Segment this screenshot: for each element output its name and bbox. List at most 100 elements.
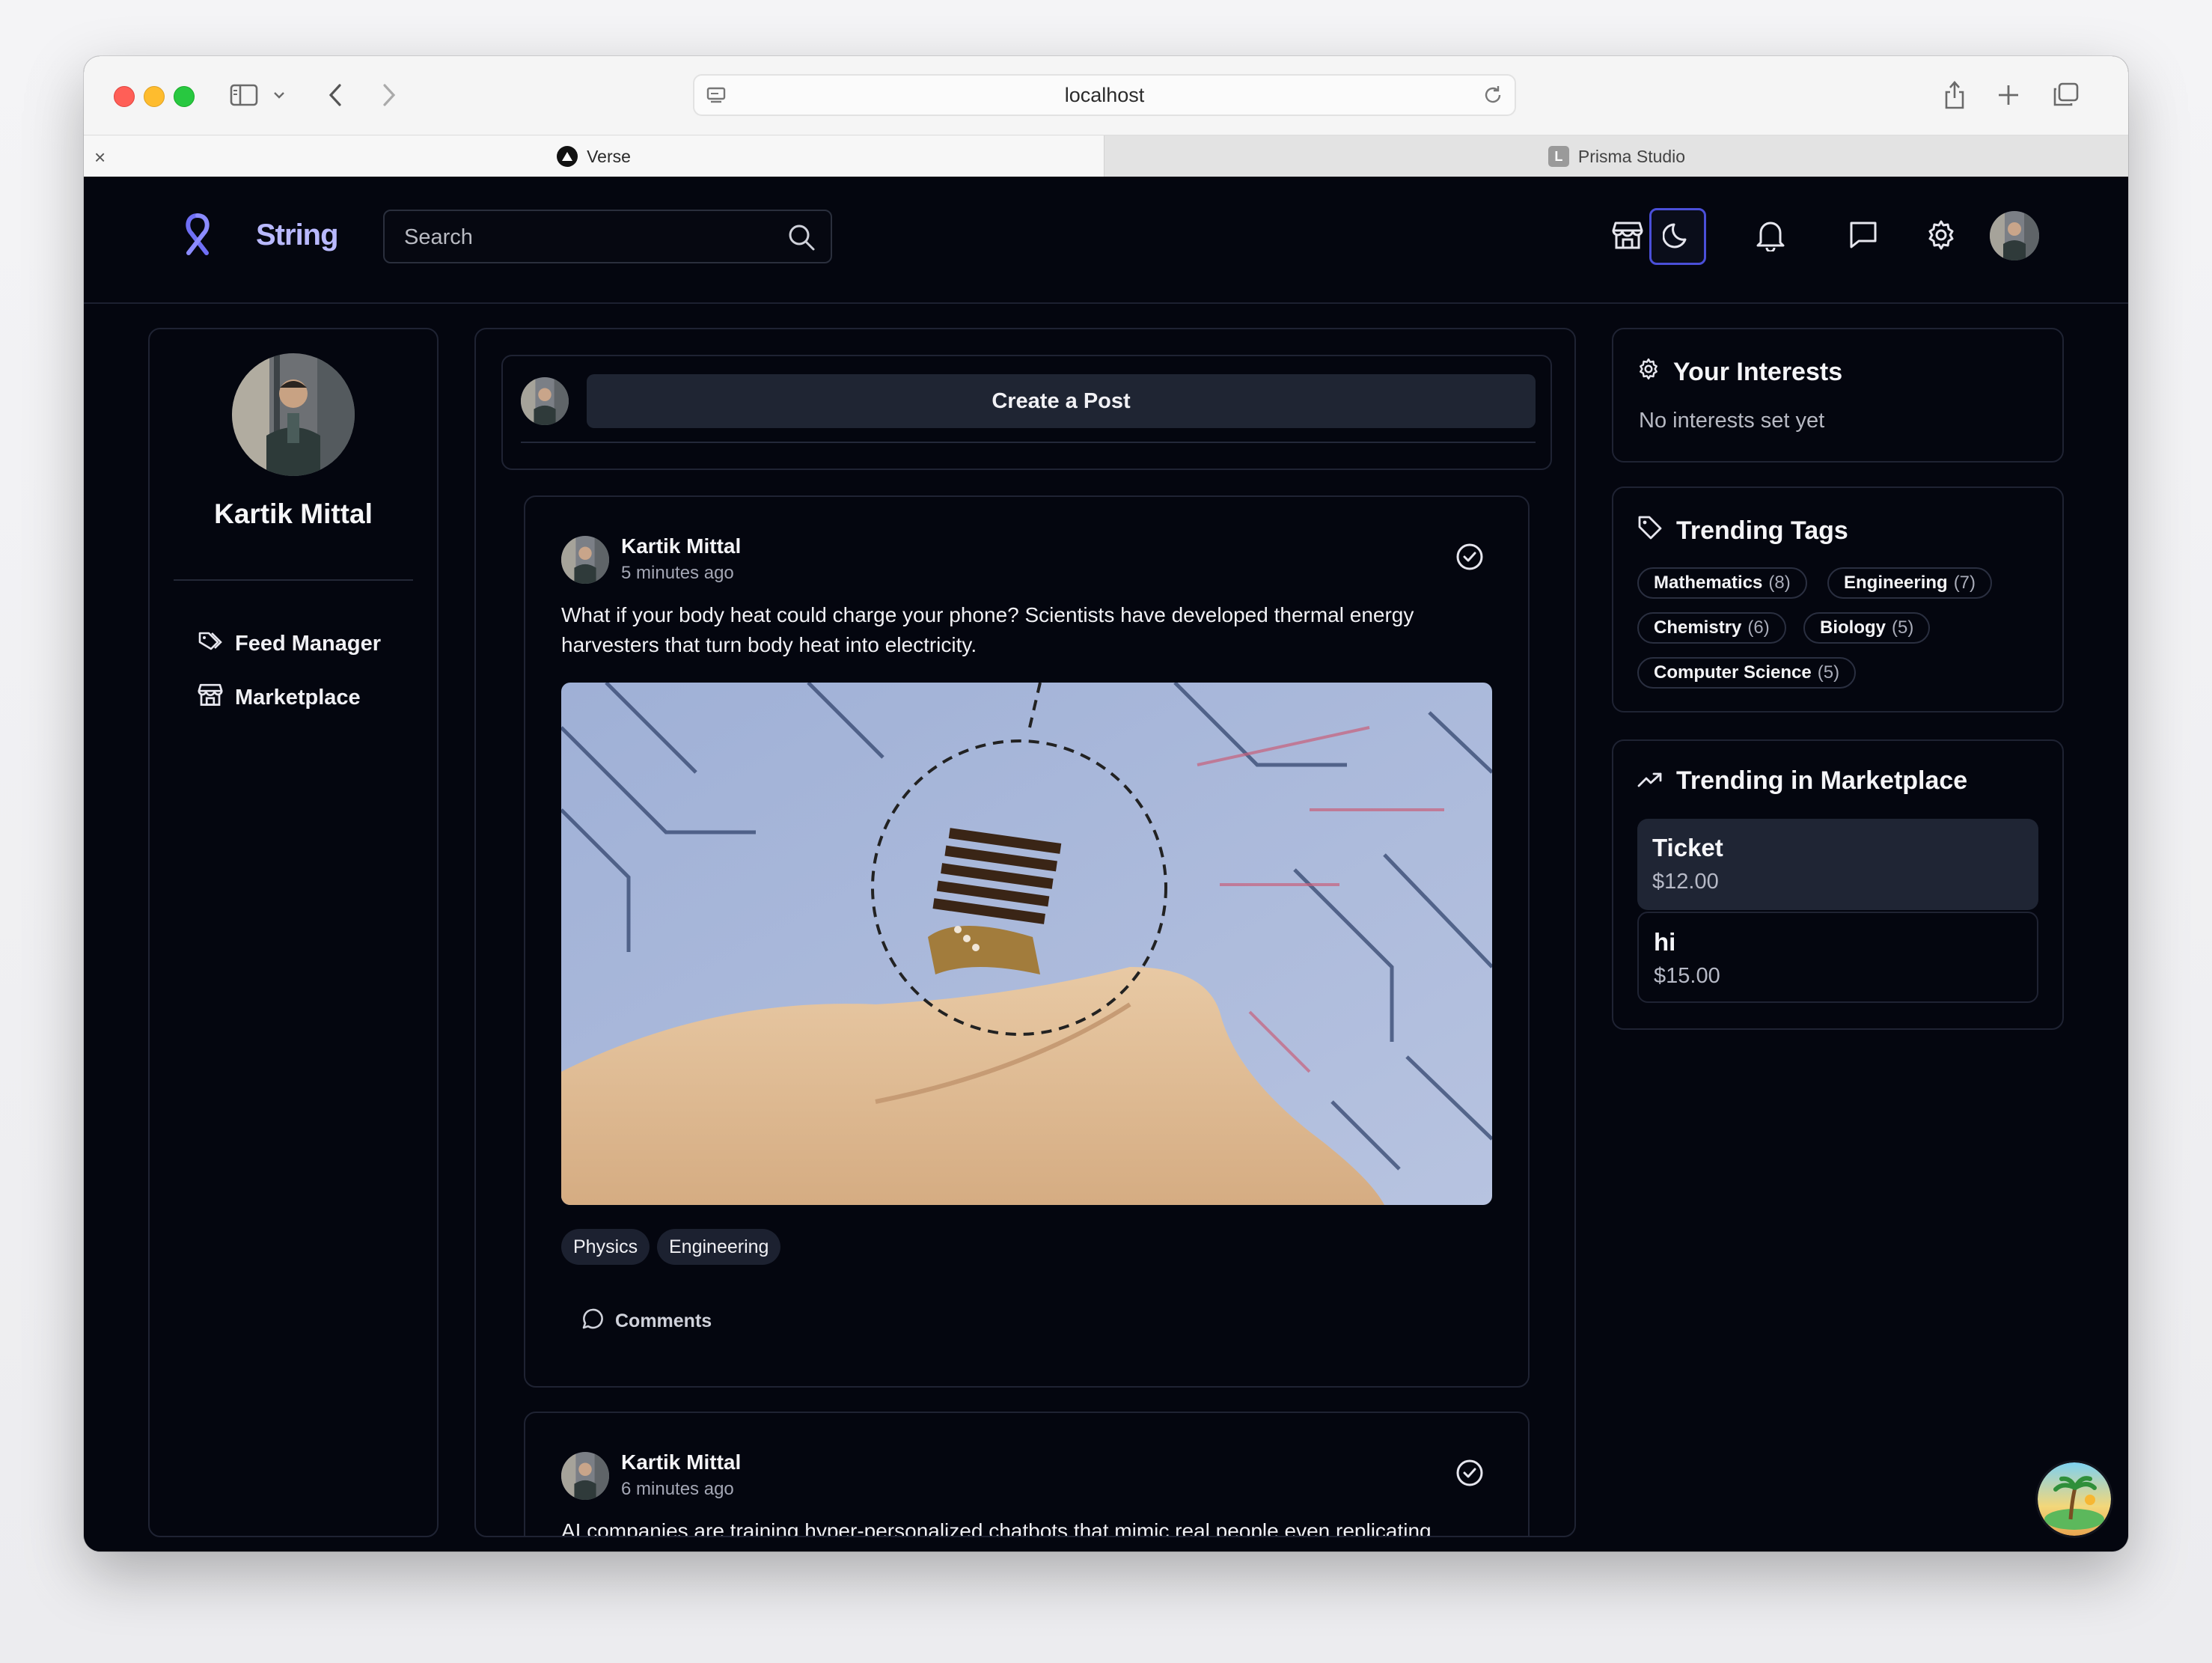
page-settings-icon[interactable]: [705, 85, 727, 112]
feed-column: Create a Post Kartik Mittal 5 minutes ag…: [474, 328, 1576, 1537]
post-author[interactable]: Kartik Mittal: [621, 1450, 741, 1474]
sidebar-item-label: Marketplace: [235, 685, 361, 710]
tag-name: Chemistry: [1654, 617, 1742, 638]
search-input[interactable]: [403, 211, 780, 263]
tag-name: Biology: [1820, 617, 1886, 638]
floating-assistant-button[interactable]: [2038, 1462, 2111, 1536]
post-text: What if your body heat could charge your…: [561, 603, 1414, 656]
post-card: Kartik Mittal 6 minutes ago AI companies…: [524, 1412, 1530, 1537]
post-image[interactable]: [561, 683, 1492, 1205]
tag-count: (7): [1953, 573, 1976, 593]
bell-icon: [1755, 219, 1786, 255]
tag-count: (5): [1892, 617, 1914, 638]
prisma-favicon-icon: L: [1548, 146, 1569, 167]
tag-chip[interactable]: Physics: [561, 1229, 650, 1265]
sidebar-item-marketplace[interactable]: Marketplace: [198, 681, 361, 714]
tag-chip[interactable]: Engineering: [657, 1229, 781, 1265]
tag-count: (8): [1768, 573, 1791, 593]
sidebar-toggle-icon[interactable]: [227, 77, 260, 113]
forward-arrow-icon[interactable]: [376, 77, 403, 113]
app-root: String Search Kartik Mittal Feed Manager…: [84, 177, 2128, 1551]
messages-button[interactable]: [1835, 208, 1892, 265]
gear-icon: [1637, 358, 1660, 387]
trending-marketplace-title-row: Trending in Marketplace: [1637, 766, 1967, 796]
profile-avatar[interactable]: [232, 353, 355, 476]
tag-icon: [1637, 515, 1663, 547]
store-icon: [1612, 220, 1643, 254]
tag-name: Engineering: [1844, 573, 1948, 593]
search-icon[interactable]: [787, 223, 816, 255]
create-post-button[interactable]: Create a Post: [587, 374, 1536, 428]
chevron-down-icon[interactable]: [271, 77, 287, 113]
avatar[interactable]: [561, 536, 609, 584]
url-text: localhost: [1064, 83, 1145, 106]
settings-button[interactable]: [1913, 208, 1970, 265]
interests-empty-text: No interests set yet: [1639, 409, 1825, 433]
address-bar[interactable]: localhost: [693, 74, 1516, 116]
browser-toolbar: localhost × Verse L Prisma Studio: [84, 56, 2128, 177]
marketplace-item[interactable]: Ticket $12.00: [1637, 819, 2038, 910]
share-icon[interactable]: [1940, 77, 1970, 113]
item-name: Ticket: [1652, 834, 1723, 861]
search-box: [383, 210, 832, 263]
back-arrow-icon[interactable]: [322, 77, 349, 113]
trending-marketplace-title: Trending in Marketplace: [1676, 766, 1968, 795]
top-navigation: String: [84, 177, 2128, 304]
profile-sidebar: Kartik Mittal Feed Manager Marketplace: [148, 328, 439, 1537]
comments-button[interactable]: Comments: [581, 1307, 712, 1336]
check-circle-icon[interactable]: [1455, 1458, 1485, 1492]
tab-overview-icon[interactable]: [2049, 77, 2082, 113]
sidebar-divider: [174, 579, 413, 581]
tag-name: Computer Science: [1654, 662, 1812, 683]
trending-tags-title-row: Trending Tags: [1637, 515, 1848, 547]
new-tab-icon[interactable]: [1993, 77, 2023, 113]
tag-count: (6): [1747, 617, 1770, 638]
store-icon: [198, 683, 223, 713]
marketplace-item[interactable]: hi $15.00: [1637, 912, 2038, 1003]
tab-bar: × Verse L Prisma Studio: [84, 135, 2128, 177]
trending-tag-chemistry[interactable]: Chemistry (6): [1637, 612, 1786, 644]
marketplace-nav-button[interactable]: [1599, 208, 1656, 265]
trending-tag-computer-science[interactable]: Computer Science (5): [1637, 657, 1857, 689]
sidebar-item-feed-manager[interactable]: Feed Manager: [198, 627, 381, 660]
theme-toggle-button[interactable]: [1649, 208, 1706, 265]
close-window-button[interactable]: [114, 86, 135, 107]
zoom-window-button[interactable]: [174, 86, 195, 107]
post-author[interactable]: Kartik Mittal: [621, 534, 741, 558]
browser-window: localhost × Verse L Prisma Studio String…: [84, 56, 2128, 1551]
tab-label: Prisma Studio: [1577, 146, 1686, 166]
trending-tags-card: Trending Tags Mathematics (8) Engineerin…: [1612, 486, 2064, 713]
comments-label: Comments: [615, 1310, 712, 1331]
reload-icon[interactable]: [1482, 84, 1504, 112]
interests-card: Your Interests No interests set yet: [1612, 328, 2064, 463]
item-name: hi: [1654, 928, 1676, 956]
brand-name[interactable]: String: [256, 219, 339, 252]
avatar[interactable]: [1990, 211, 2039, 260]
create-post-card: Create a Post: [501, 355, 1552, 470]
verse-favicon-icon: [557, 146, 578, 167]
string-logo-icon[interactable]: [177, 211, 219, 260]
post-timestamp: 5 minutes ago: [621, 563, 734, 583]
minimize-window-button[interactable]: [144, 86, 165, 107]
comment-bubble-icon: [581, 1307, 605, 1336]
profile-name: Kartik Mittal: [214, 498, 373, 529]
post-text: AI companies are training hyper-personal…: [561, 1519, 1432, 1537]
trending-tags-title: Trending Tags: [1676, 516, 1848, 545]
post-card: Kartik Mittal 5 minutes ago What if your…: [524, 495, 1530, 1388]
trending-tag-mathematics[interactable]: Mathematics (8): [1637, 567, 1807, 599]
gear-icon: [1925, 219, 1957, 254]
close-tab-icon[interactable]: ×: [94, 146, 106, 169]
trending-tag-biology[interactable]: Biology (5): [1803, 612, 1931, 644]
tab-prisma-studio[interactable]: L Prisma Studio: [1104, 135, 2128, 177]
moon-icon: [1662, 220, 1693, 254]
tab-label: Verse: [587, 146, 631, 166]
check-circle-icon[interactable]: [1455, 542, 1485, 576]
item-price: $12.00: [1652, 870, 1719, 894]
post-timestamp: 6 minutes ago: [621, 1479, 734, 1499]
trending-tag-engineering[interactable]: Engineering (7): [1827, 567, 1993, 599]
tab-verse[interactable]: × Verse: [84, 135, 1104, 177]
trending-up-icon: [1637, 766, 1663, 796]
avatar: [521, 377, 569, 425]
avatar[interactable]: [561, 1452, 609, 1500]
notifications-button[interactable]: [1742, 208, 1799, 265]
